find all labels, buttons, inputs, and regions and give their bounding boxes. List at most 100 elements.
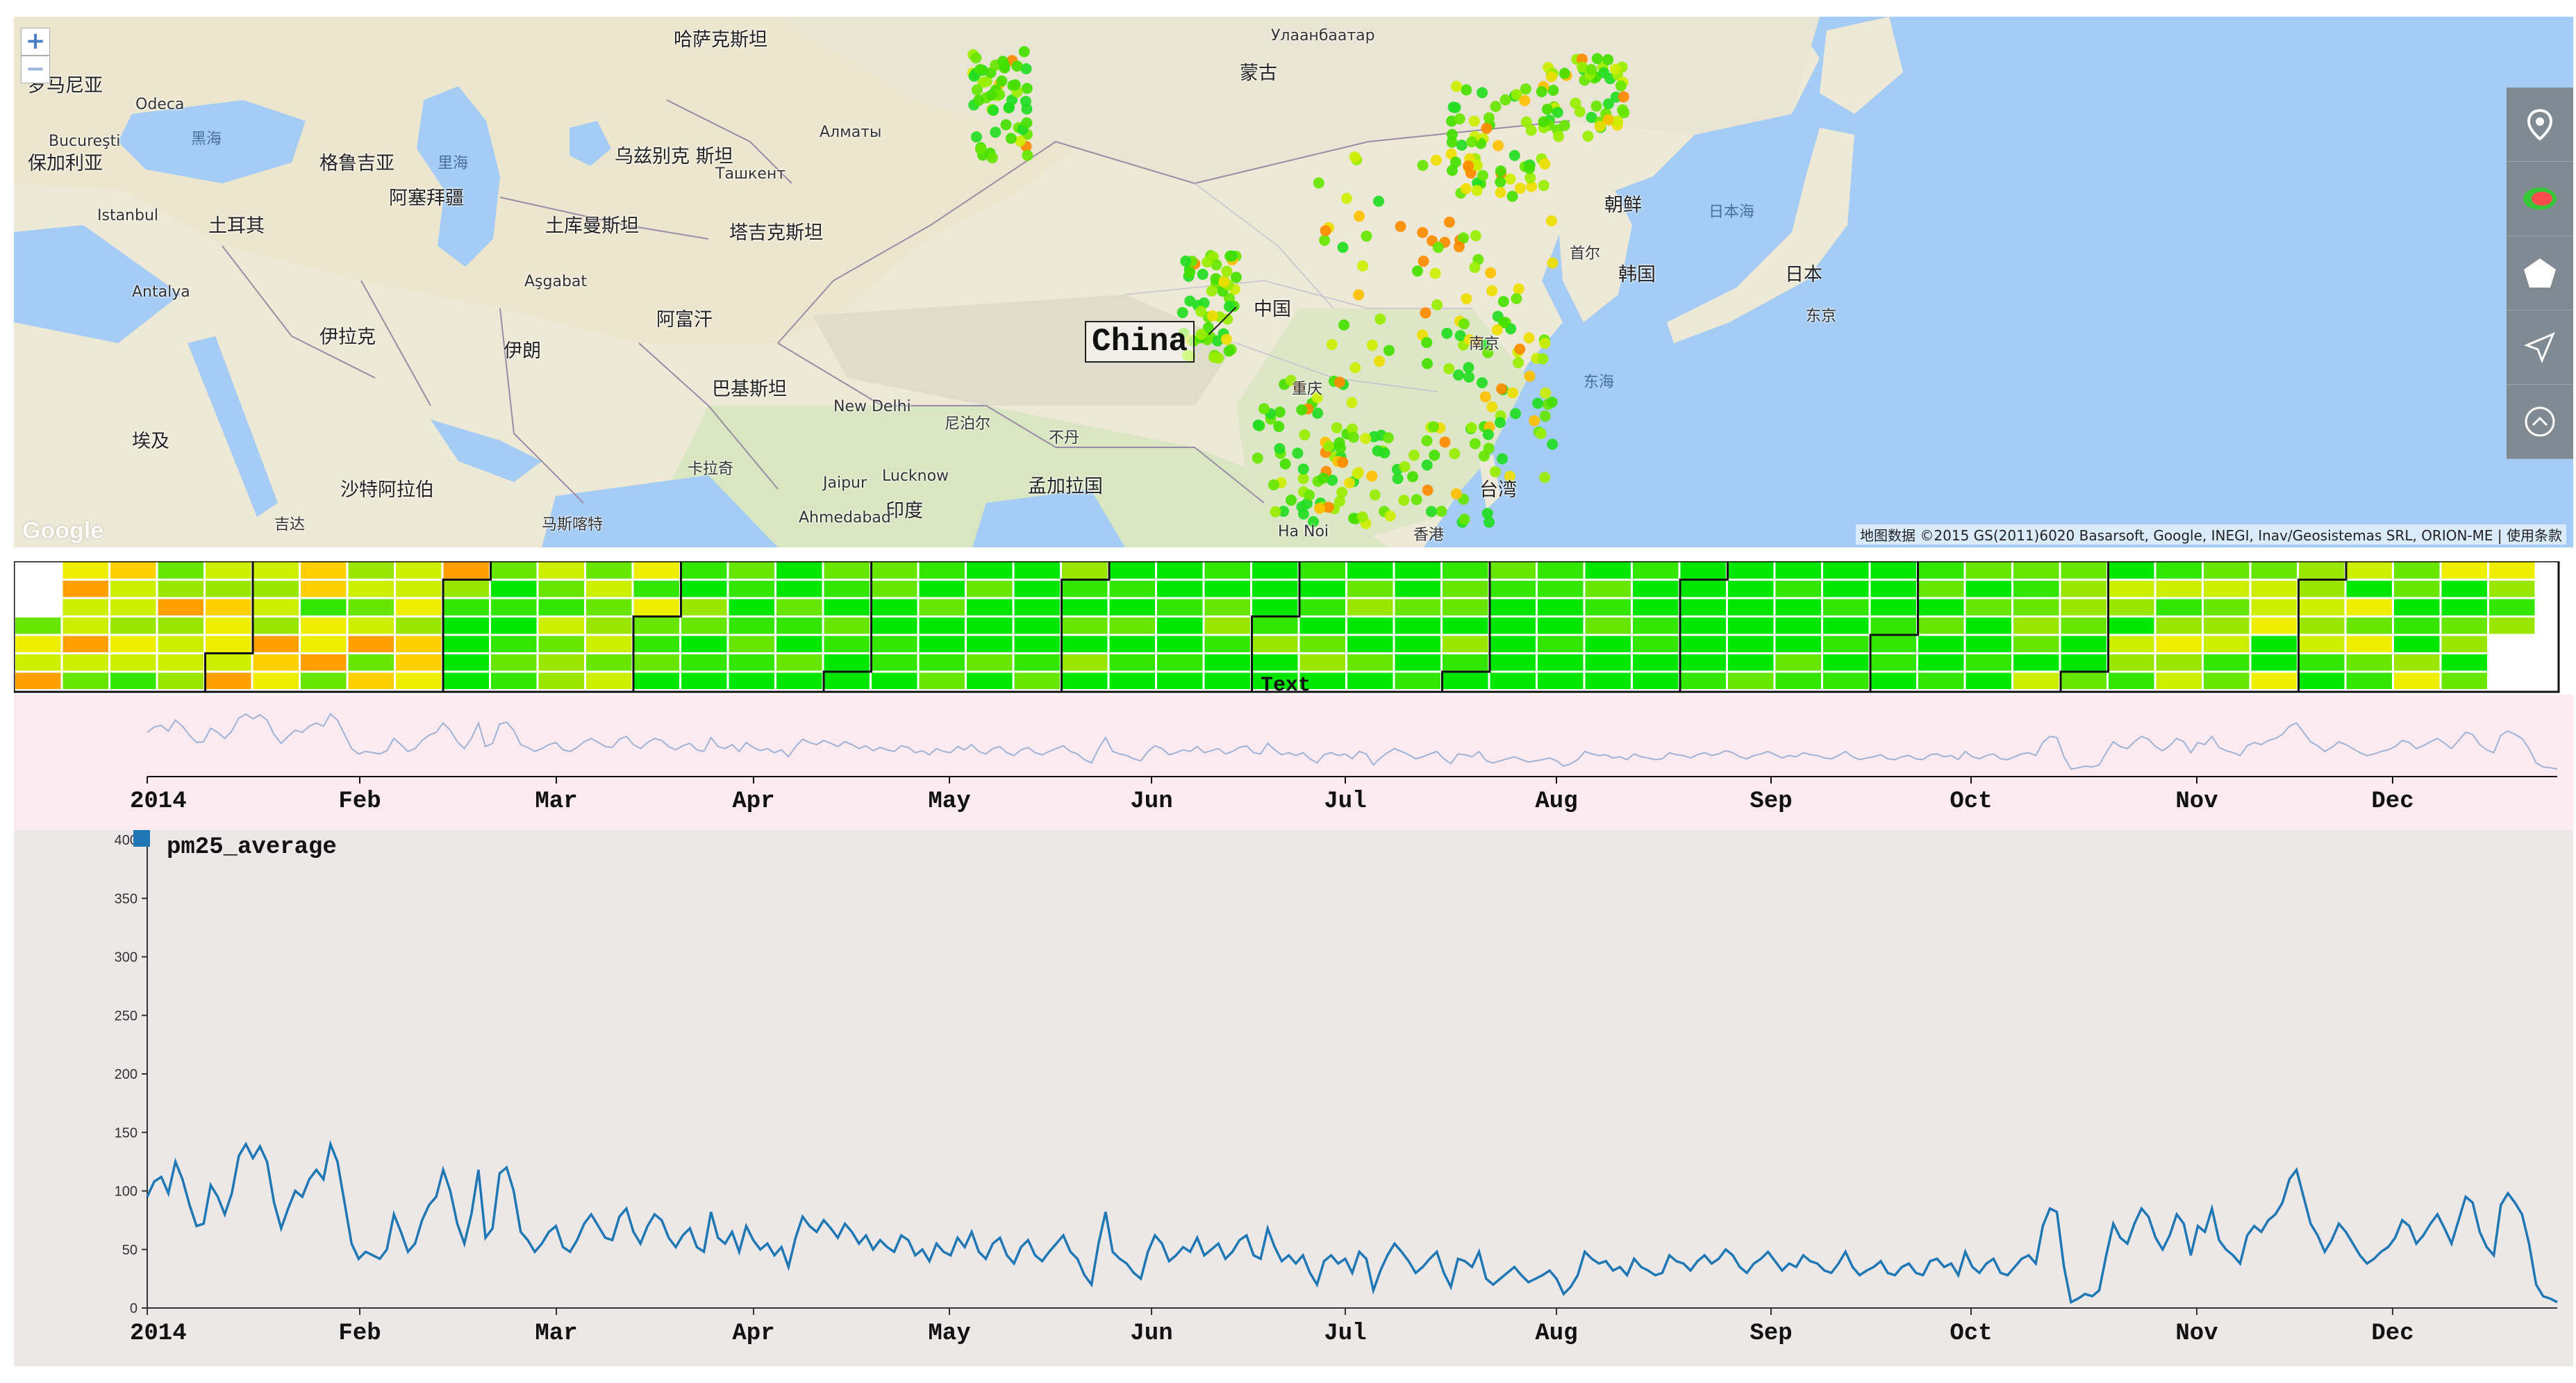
calendar-day-cell[interactable] [728, 561, 775, 579]
calendar-day-cell[interactable] [2441, 561, 2488, 579]
calendar-day-cell[interactable] [2108, 654, 2155, 672]
station-marker[interactable] [1504, 173, 1516, 185]
calendar-day-cell[interactable] [110, 561, 157, 579]
station-marker[interactable] [1195, 329, 1207, 340]
calendar-day-cell[interactable] [2203, 654, 2250, 672]
calendar-day-cell[interactable] [1870, 635, 1917, 653]
calendar-day-cell[interactable] [633, 654, 680, 672]
calendar-day-cell[interactable] [110, 598, 157, 616]
calendar-day-cell[interactable] [681, 635, 728, 653]
calendar-day-cell[interactable] [776, 617, 823, 635]
station-marker[interactable] [1461, 293, 1472, 305]
station-marker[interactable] [1486, 285, 1498, 297]
station-marker[interactable] [1451, 81, 1463, 92]
calendar-day-cell[interactable] [62, 598, 109, 616]
calendar-day-cell[interactable] [157, 617, 204, 635]
station-marker[interactable] [1360, 433, 1372, 445]
station-marker[interactable] [1421, 337, 1433, 349]
station-marker[interactable] [1270, 506, 1281, 517]
calendar-day-cell[interactable] [252, 672, 299, 690]
station-marker[interactable] [1483, 112, 1495, 124]
station-marker[interactable] [1489, 466, 1501, 478]
station-marker[interactable] [1496, 383, 1508, 395]
calendar-day-cell[interactable] [1870, 672, 1917, 690]
calendar-day-cell[interactable] [395, 561, 442, 579]
calendar-day-cell[interactable] [1299, 635, 1346, 653]
station-marker[interactable] [1454, 113, 1465, 125]
calendar-day-cell[interactable] [2060, 561, 2107, 579]
station-marker[interactable] [1520, 116, 1532, 128]
calendar-day-cell[interactable] [633, 598, 680, 616]
calendar-day-cell[interactable] [2013, 635, 2060, 653]
calendar-day-cell[interactable] [395, 672, 442, 690]
calendar-day-cell[interactable] [633, 561, 680, 579]
calendar-day-cell[interactable] [871, 654, 918, 672]
station-marker[interactable] [1180, 255, 1192, 267]
calendar-day-cell[interactable] [110, 635, 157, 653]
calendar-day-cell[interactable] [1965, 635, 2012, 653]
station-marker[interactable] [1407, 471, 1419, 483]
calendar-day-cell[interactable] [1727, 561, 1775, 579]
station-marker[interactable] [1319, 234, 1331, 246]
calendar-day-cell[interactable] [1108, 654, 1156, 672]
calendar-day-cell[interactable] [1061, 561, 1108, 579]
calendar-day-cell[interactable] [1156, 635, 1204, 653]
calendar-day-cell[interactable] [2250, 598, 2297, 616]
calendar-day-cell[interactable] [2013, 598, 2060, 616]
calendar-day-cell[interactable] [1108, 561, 1156, 579]
calendar-day-cell[interactable] [347, 580, 394, 598]
zoom-out-button[interactable]: − [21, 56, 50, 83]
station-marker[interactable] [1417, 160, 1429, 172]
calendar-day-cell[interactable] [538, 580, 585, 598]
station-marker[interactable] [1353, 289, 1365, 301]
station-marker[interactable] [1349, 151, 1361, 163]
calendar-day-cell[interactable] [1299, 598, 1346, 616]
station-marker[interactable] [1574, 106, 1586, 117]
calendar-day-cell[interactable] [1156, 654, 1204, 672]
calendar-day-cell[interactable] [442, 635, 490, 653]
calendar-day-cell[interactable] [442, 598, 490, 616]
calendar-day-cell[interactable] [1918, 617, 1965, 635]
calendar-day-cell[interactable] [300, 598, 347, 616]
calendar-day-cell[interactable] [1870, 654, 1917, 672]
calendar-day-cell[interactable] [585, 580, 633, 598]
calendar-day-cell[interactable] [1108, 672, 1156, 690]
calendar-day-cell[interactable] [2060, 672, 2107, 690]
main-line-chart[interactable]: 050100150200250300350400 2014 Feb Mar Apr Ma… [14, 830, 2573, 1366]
station-marker[interactable] [986, 89, 997, 101]
station-marker[interactable] [1346, 397, 1358, 408]
station-marker[interactable] [1292, 447, 1304, 459]
calendar-day-cell[interactable] [2393, 617, 2441, 635]
calendar-day-cell[interactable] [2441, 672, 2488, 690]
station-marker[interactable] [1511, 292, 1522, 304]
calendar-day-cell[interactable] [1013, 635, 1061, 653]
calendar-day-cell[interactable] [1204, 561, 1251, 579]
calendar-day-cell[interactable] [1679, 598, 1727, 616]
calendar-day-cell[interactable] [1299, 654, 1346, 672]
station-marker[interactable] [1618, 91, 1629, 103]
calendar-day-cell[interactable] [157, 635, 204, 653]
station-marker[interactable] [1223, 345, 1235, 357]
map-attribution[interactable]: 地图数据 ©2015 GS(2011)6020 Basarsoft, Googl… [1856, 524, 2566, 545]
calendar-day-cell[interactable] [110, 580, 157, 598]
station-marker[interactable] [1524, 172, 1536, 184]
calendar-day-cell[interactable] [2013, 672, 2060, 690]
heatmap-tool-button[interactable] [2507, 162, 2573, 236]
calendar-day-cell[interactable] [918, 561, 965, 579]
calendar-day-cell[interactable] [1775, 654, 1822, 672]
calendar-day-cell[interactable] [2393, 672, 2441, 690]
station-marker[interactable] [1352, 467, 1363, 479]
calendar-day-cell[interactable] [2155, 598, 2202, 616]
station-marker[interactable] [1429, 449, 1440, 461]
calendar-day-cell[interactable] [2298, 598, 2345, 616]
station-marker[interactable] [1539, 158, 1551, 169]
station-marker[interactable] [1020, 95, 1031, 107]
calendar-day-cell[interactable] [1299, 617, 1346, 635]
station-marker[interactable] [1463, 371, 1474, 383]
calendar-day-cell[interactable] [1870, 598, 1917, 616]
station-marker[interactable] [1449, 156, 1461, 168]
calendar-day-cell[interactable] [1489, 598, 1536, 616]
station-marker[interactable] [1382, 432, 1394, 444]
calendar-day-cell[interactable] [585, 617, 633, 635]
station-marker[interactable] [1552, 106, 1563, 118]
